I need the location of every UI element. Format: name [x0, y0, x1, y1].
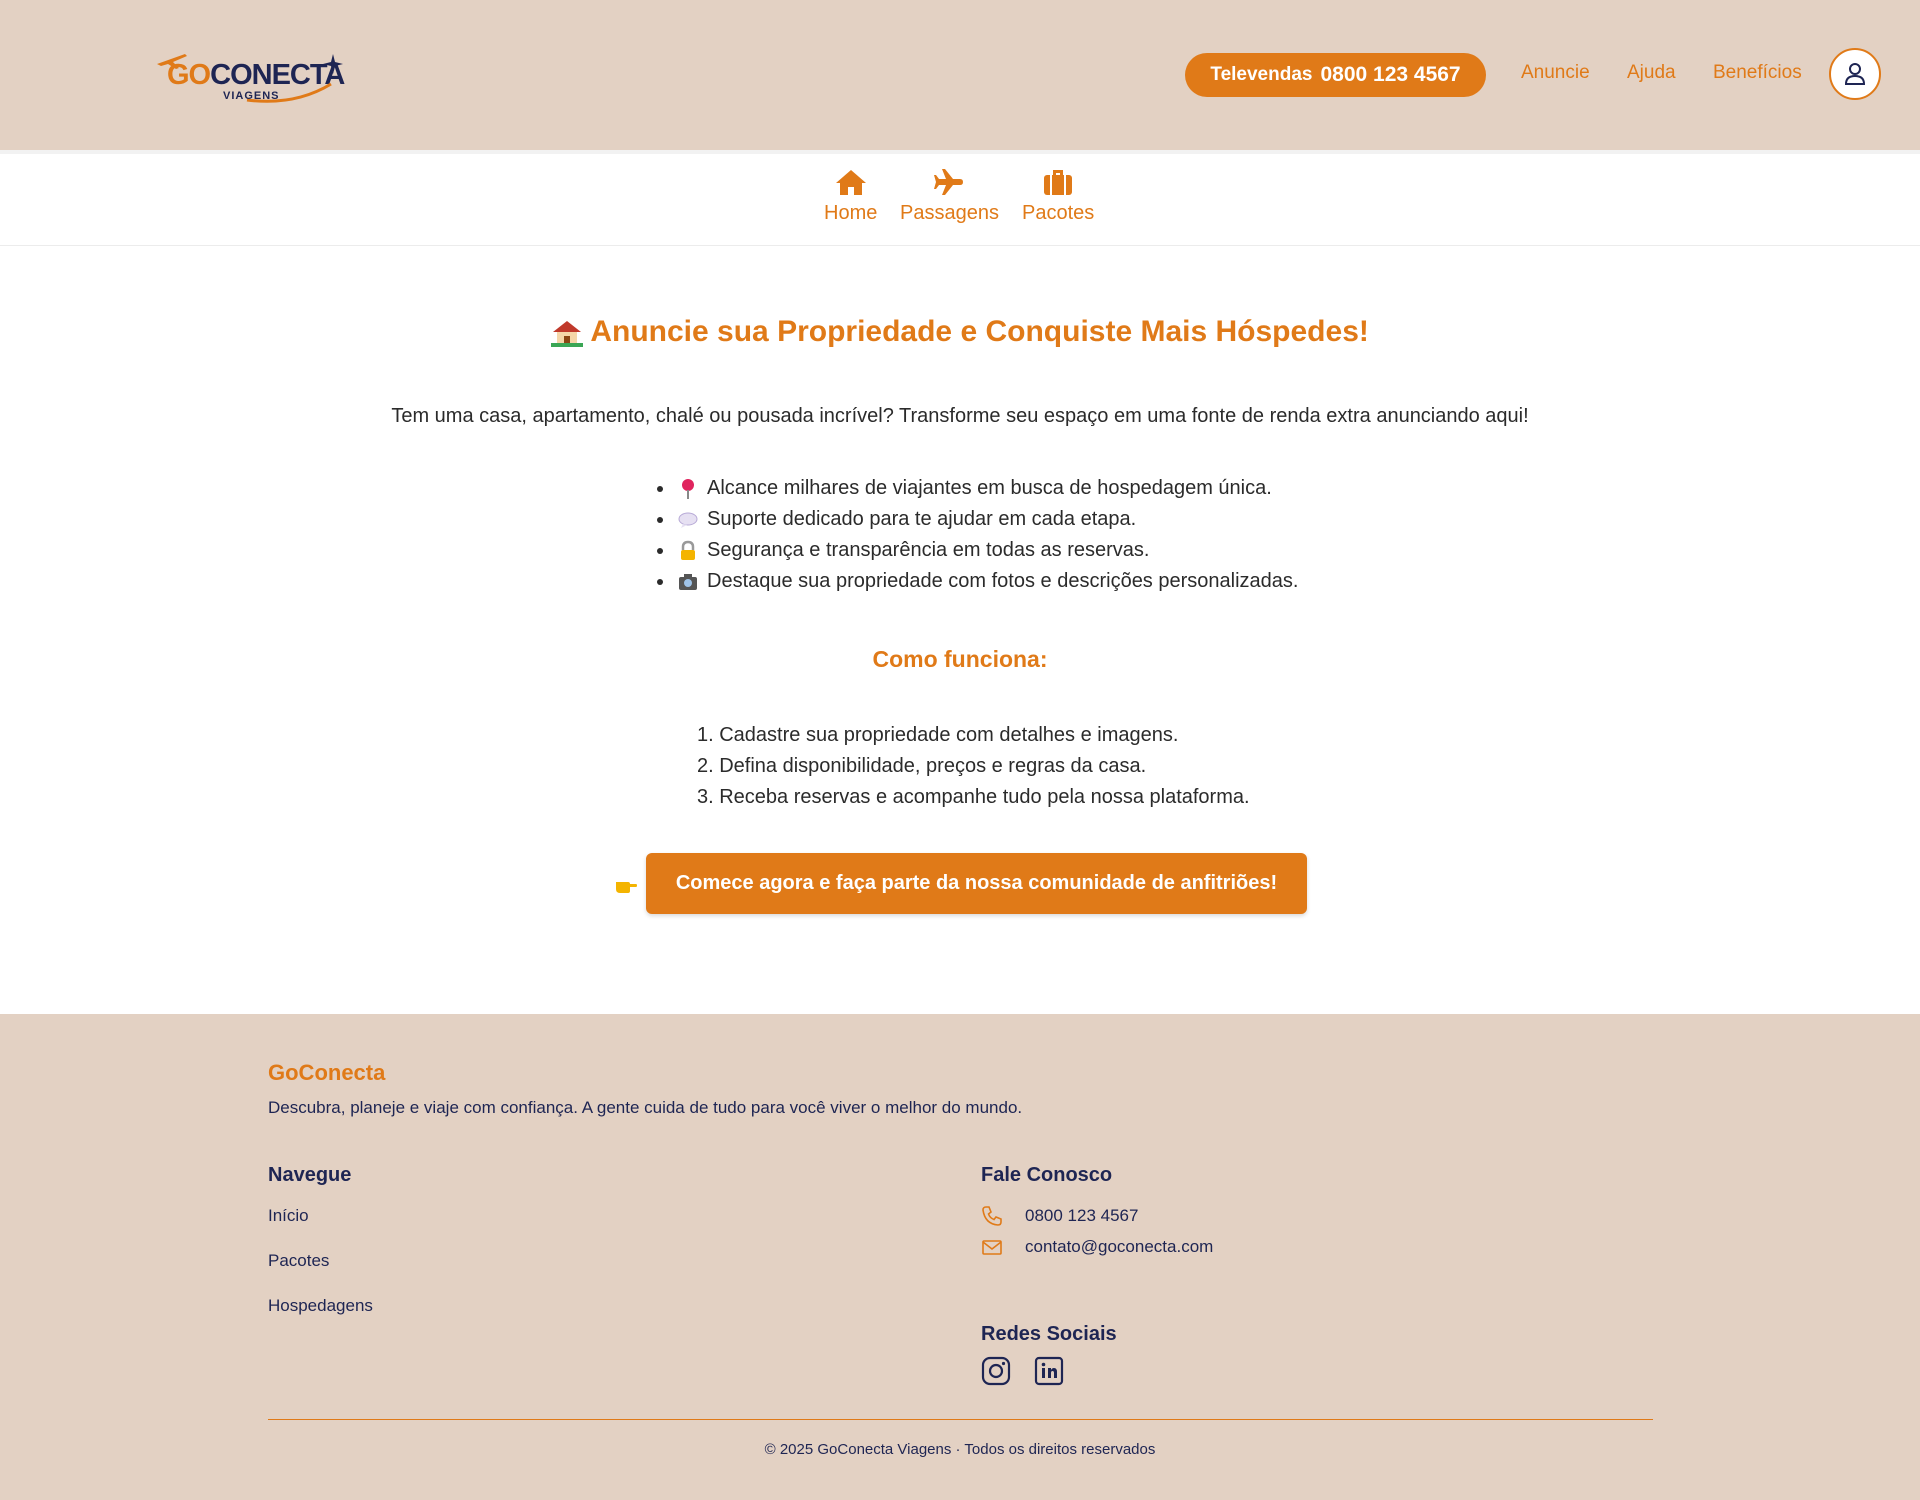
nav-anuncie[interactable]: Anuncie — [1521, 62, 1590, 84]
house-with-garden-icon — [551, 321, 584, 348]
user-account-button[interactable] — [1829, 48, 1881, 100]
subnav-passagens[interactable]: Passagens — [900, 168, 999, 225]
phone-icon — [982, 1206, 1002, 1226]
televendas-button[interactable]: Televendas 0800 123 4567 — [1185, 53, 1486, 97]
footer-email[interactable]: contato@goconecta.com — [981, 1236, 1213, 1258]
nav-beneficios[interactable]: Benefícios — [1713, 62, 1802, 84]
list-item: 3. Receba reservas e acompanhe tudo pela… — [697, 786, 1250, 808]
subnav-pacotes-label: Pacotes — [1022, 202, 1095, 224]
footer-description: Descubra, planeje e viaje com confiança.… — [268, 1098, 1023, 1117]
televendas-label: Televendas — [1210, 64, 1313, 85]
subnav-passagens-label: Passagens — [900, 202, 999, 224]
footer-social-title: Redes Sociais — [981, 1323, 1117, 1345]
airplane-icon — [934, 169, 964, 195]
footer-phone-text: 0800 123 4567 — [1025, 1206, 1139, 1225]
footer-divider — [268, 1419, 1653, 1420]
cta-button[interactable]: Comece agora e faça parte da nossa comun… — [646, 853, 1307, 914]
benefit-text: Segurança e transparência em todas as re… — [707, 539, 1150, 561]
steps-list: 1. Cadastre sua propriedade com detalhes… — [697, 720, 1250, 813]
linkedin-icon — [1034, 1356, 1064, 1386]
footer-contact-title: Fale Conosco — [981, 1164, 1113, 1186]
footer-link-pacotes[interactable]: Pacotes — [268, 1251, 329, 1271]
televendas-number: 0800 123 4567 — [1320, 63, 1461, 86]
cta-section: Comece agora e faça parte da nossa comun… — [614, 853, 1307, 914]
footer-phone[interactable]: 0800 123 4567 — [981, 1205, 1138, 1227]
benefits-list: Alcance milhares de viajantes em busca d… — [657, 473, 1298, 597]
benefit-text: Destaque sua propriedade com fotos e des… — [707, 570, 1299, 592]
logo-go: GO — [167, 59, 211, 91]
instagram-link[interactable] — [981, 1356, 1011, 1391]
goconecta-logo[interactable]: GOCONECTA VIAGENS — [155, 50, 345, 110]
site-header: GOCONECTA VIAGENS Televendas 0800 123 45… — [0, 0, 1920, 150]
camera-icon — [679, 573, 697, 590]
footer-copyright: © 2025 GoConecta Viagens · Todos os dire… — [764, 1441, 1156, 1458]
benefit-text: Alcance milhares de viajantes em busca d… — [707, 477, 1272, 499]
bullet — [657, 516, 663, 523]
footer-email-text: contato@goconecta.com — [1025, 1237, 1214, 1256]
benefit-text: Suporte dedicado para te ajudar em cada … — [707, 508, 1137, 530]
pin-icon — [682, 478, 694, 499]
intro-text: Tem uma casa, apartamento, chalé ou pous… — [391, 405, 1529, 427]
page-title: Anuncie sua Propriedade e Conquiste Mais… — [0, 315, 1920, 349]
footer-link-hospedagens[interactable]: Hospedagens — [268, 1296, 373, 1316]
suitcase-icon — [1044, 170, 1073, 195]
bullet — [657, 547, 663, 554]
page-title-text: Anuncie sua Propriedade e Conquiste Mais… — [590, 315, 1369, 348]
list-item: Alcance milhares de viajantes em busca d… — [657, 473, 1298, 504]
logo-subtitle: VIAGENS — [223, 90, 280, 102]
instagram-icon — [981, 1356, 1011, 1386]
list-item: Segurança e transparência em todas as re… — [657, 535, 1298, 566]
logo-star-icon — [323, 54, 343, 74]
how-it-works-title: Como funciona: — [872, 646, 1048, 672]
user-icon — [1844, 63, 1866, 85]
list-item: 2. Defina disponibilidade, preços e regr… — [697, 755, 1147, 777]
home-icon — [835, 170, 866, 195]
lock-icon — [681, 540, 695, 560]
bullet — [657, 485, 663, 492]
pointing-hand-icon — [616, 881, 637, 893]
footer-link-inicio[interactable]: Início — [268, 1206, 309, 1226]
category-nav: Home Passagens Pacotes — [0, 150, 1920, 246]
subnav-home[interactable]: Home — [824, 168, 877, 225]
linkedin-link[interactable] — [1034, 1356, 1064, 1391]
site-footer: GoConecta Descubra, planeje e viaje com … — [0, 1014, 1920, 1500]
list-item: 1. Cadastre sua propriedade com detalhes… — [697, 724, 1179, 746]
mail-icon — [982, 1240, 1002, 1255]
footer-nav-title: Navegue — [268, 1164, 352, 1186]
subnav-home-label: Home — [824, 202, 878, 224]
nav-ajuda[interactable]: Ajuda — [1627, 62, 1676, 84]
footer-brand: GoConecta — [268, 1060, 386, 1085]
subnav-pacotes[interactable]: Pacotes — [1022, 168, 1094, 225]
list-item: Suporte dedicado para te ajudar em cada … — [657, 504, 1298, 535]
list-item: Destaque sua propriedade com fotos e des… — [657, 566, 1298, 597]
speech-bubble-icon — [678, 512, 698, 528]
bullet — [657, 578, 663, 585]
